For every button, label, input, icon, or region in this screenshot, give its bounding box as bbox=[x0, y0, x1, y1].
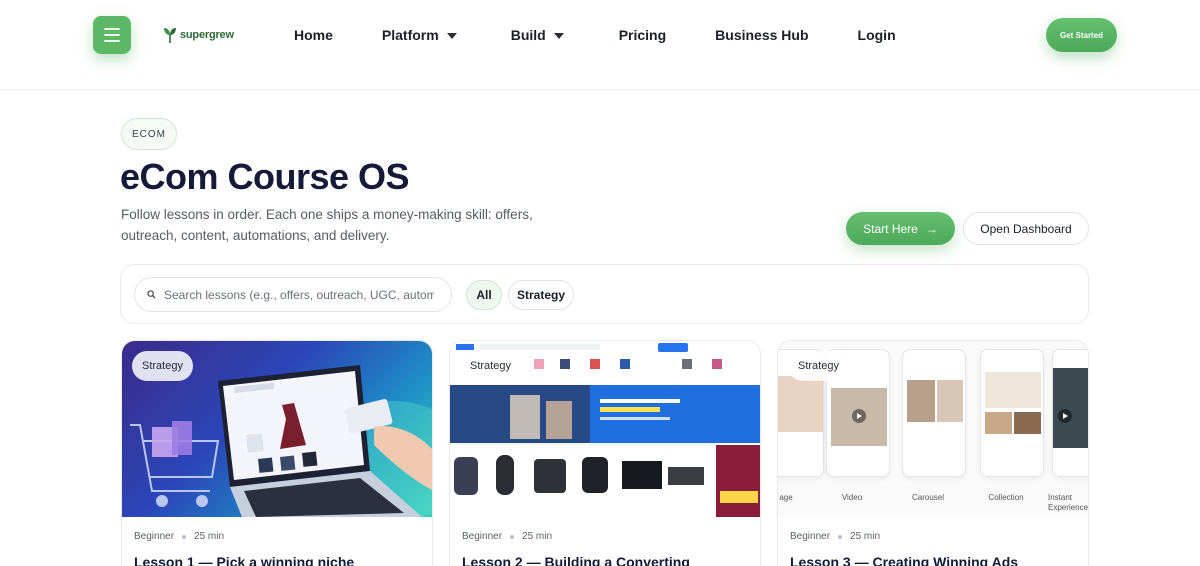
lesson-card[interactable]: age Video Carousel Collection Instant Ex… bbox=[777, 340, 1089, 566]
nav-build[interactable]: Build bbox=[511, 27, 564, 43]
logo[interactable]: supergrew bbox=[163, 25, 234, 45]
nav-login-label: Login bbox=[857, 27, 896, 43]
lesson-card[interactable]: Strategy Beginner 25 min Lesson 2 — Buil… bbox=[449, 340, 761, 566]
lesson-duration: 25 min bbox=[522, 531, 553, 542]
ad-format-phone bbox=[980, 349, 1044, 477]
nav-business-hub[interactable]: Business Hub bbox=[715, 27, 808, 43]
top-nav: supergrew Home Platform Build Pricing Bu… bbox=[0, 0, 1200, 90]
filter-panel: All Strategy bbox=[120, 264, 1089, 324]
lesson-duration: 25 min bbox=[194, 531, 225, 542]
play-icon bbox=[1058, 409, 1072, 423]
nav-business-hub-label: Business Hub bbox=[715, 27, 809, 43]
separator-dot bbox=[510, 534, 515, 539]
lesson-title: Lesson 3 — Creating Winning Ads bbox=[790, 554, 1019, 566]
lesson-thumbnail: Strategy bbox=[122, 341, 432, 517]
nav-links: Home Platform Build Pricing Business Hub… bbox=[294, 26, 896, 44]
get-started-button[interactable]: Get Started bbox=[1046, 18, 1117, 52]
category-badge: Strategy bbox=[132, 351, 193, 381]
nav-platform-label: Platform bbox=[381, 27, 439, 43]
lesson-thumbnail: Strategy bbox=[450, 341, 760, 517]
nav-home-label: Home bbox=[294, 27, 333, 43]
chevron-down-icon bbox=[553, 33, 564, 39]
search-input[interactable] bbox=[164, 287, 434, 302]
lesson-title: Lesson 2 — Building a Converting bbox=[462, 554, 690, 566]
nav-pricing-label: Pricing bbox=[618, 27, 667, 43]
lesson-level: Beginner bbox=[134, 531, 175, 542]
open-dashboard-button[interactable]: Open Dashboard bbox=[963, 212, 1089, 245]
ad-format-label: Collection bbox=[988, 493, 1024, 502]
filter-strategy-chip[interactable]: Strategy bbox=[508, 280, 574, 310]
lesson-card[interactable]: Strategy Beginner 25 min Lesson 1 — Pick… bbox=[121, 340, 433, 566]
lesson-duration: 25 min bbox=[850, 531, 881, 542]
ad-format-phone bbox=[1052, 349, 1088, 477]
ad-format-label: Instant Experience bbox=[1048, 493, 1088, 512]
start-here-button[interactable]: Start Here → bbox=[846, 212, 955, 245]
ad-format-phone bbox=[902, 349, 966, 477]
menu-icon[interactable] bbox=[93, 16, 131, 54]
lesson-thumbnail: age Video Carousel Collection Instant Ex… bbox=[778, 341, 1088, 517]
logo-leaf-icon bbox=[164, 28, 176, 43]
start-here-label: Start Here bbox=[863, 221, 918, 236]
arrow-right-icon: → bbox=[925, 221, 938, 236]
lesson-title: Lesson 1 — Pick a winning niche bbox=[134, 554, 355, 566]
lesson-meta: Beginner 25 min bbox=[462, 531, 552, 542]
lesson-meta: Beginner 25 min bbox=[790, 531, 880, 542]
nav-build-label: Build bbox=[510, 27, 546, 43]
lesson-meta: Beginner 25 min bbox=[134, 531, 224, 542]
ad-format-label: age bbox=[779, 493, 793, 502]
ad-format-label: Video bbox=[841, 493, 863, 502]
category-badge: Strategy bbox=[788, 351, 849, 381]
lesson-level: Beginner bbox=[462, 531, 503, 542]
nav-platform[interactable]: Platform bbox=[382, 27, 457, 43]
page-subtitle: Follow lessons in order. Each one ships … bbox=[121, 207, 533, 243]
search-box[interactable] bbox=[134, 277, 452, 312]
nav-home[interactable]: Home bbox=[294, 27, 333, 43]
logo-text: supergrew bbox=[180, 29, 234, 41]
lesson-level: Beginner bbox=[790, 531, 831, 542]
play-icon bbox=[852, 409, 866, 423]
search-icon bbox=[147, 290, 156, 299]
filter-all-chip[interactable]: All bbox=[466, 280, 502, 310]
chevron-down-icon bbox=[446, 33, 457, 39]
page-title: eCom Course OS bbox=[120, 156, 410, 197]
category-badge: Strategy bbox=[460, 351, 521, 381]
nav-pricing[interactable]: Pricing bbox=[619, 27, 666, 43]
separator-dot bbox=[182, 534, 187, 539]
separator-dot bbox=[838, 534, 843, 539]
nav-login[interactable]: Login bbox=[858, 27, 896, 43]
category-tag: ECOM bbox=[121, 118, 177, 150]
ad-format-label: Carousel bbox=[911, 493, 944, 502]
